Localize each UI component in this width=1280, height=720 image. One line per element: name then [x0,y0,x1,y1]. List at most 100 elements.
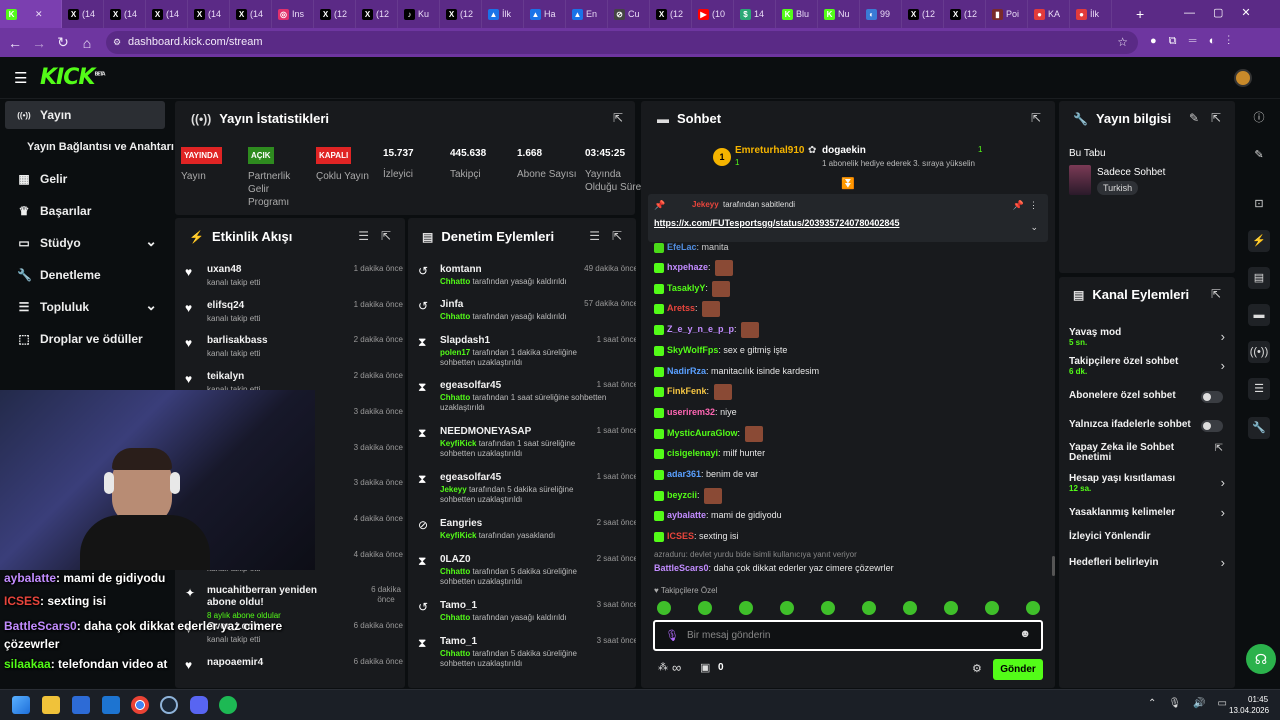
site-info-icon[interactable]: ⚙ [113,31,121,54]
quick-emote-icon[interactable] [1026,601,1040,615]
home-icon[interactable]: ⌂ [75,31,99,55]
chat-username[interactable]: aybalatte [667,510,706,520]
activity-row[interactable]: ♥ napoaemir4 6 dakika önce [183,657,403,688]
kick-logo[interactable]: KICKBETA [40,65,106,90]
discord-icon[interactable] [190,696,208,714]
moderation-row[interactable]: ⧗ 0LAZ0 Chhatto tarafından 5 dakika süreli… [416,554,636,598]
browser-tab[interactable]: K ✕ [0,0,62,28]
browser-tab[interactable]: ● İlk [1070,0,1112,28]
info-icon[interactable]: ⓘ [1248,107,1270,129]
wrench-icon[interactable]: 🔧 [1248,417,1270,439]
browser-tab[interactable]: ▲ En [566,0,608,28]
browser-tab[interactable]: ♪ Ku [398,0,440,28]
browser-tab[interactable]: ▲ İlk [482,0,524,28]
chat-username[interactable]: SkyWolfFps [667,345,718,355]
browser-tab[interactable]: ◎ Ins [272,0,314,28]
toggle-switch[interactable] [1201,420,1223,432]
chat-username[interactable]: FinkFenk [667,386,707,396]
browser-tab[interactable]: X (14 [230,0,272,28]
chat-username[interactable]: NadirRza [667,366,706,376]
store-icon[interactable] [72,696,90,714]
moderation-row[interactable]: ⧗ Slapdash1 polen17 tarafından 1 dakika sü… [416,335,636,379]
sidebar-item[interactable]: ♛ Başarılar [5,197,165,225]
browser-tab[interactable]: X (14 [188,0,230,28]
tray-icons[interactable]: ⌃🎙🔊▭ [1148,698,1239,709]
chat-username[interactable]: Z_e_y_n_e_p_p [667,324,734,334]
lightning-icon[interactable]: ⚡ [1248,230,1270,252]
chat-bubble-icon[interactable]: ▬ [1248,304,1270,326]
popout-icon[interactable]: ⇱ [613,111,623,125]
channel-action-row[interactable]: Hesap yaşı kısıtlaması 12 sa. [1069,473,1225,493]
pinned-url[interactable]: https://x.com/FUTesportsgg/status/203935… [654,218,899,228]
browser-tab[interactable]: ⊘ Cu [608,0,650,28]
channel-action-row[interactable]: Yapay Zeka ile Sohbet Denetimi [1069,443,1225,463]
popout-icon[interactable]: ⇱ [1211,287,1221,301]
chat-username[interactable]: MysticAuraGlow [667,428,738,438]
windows-start-icon[interactable] [12,696,30,714]
chevron-down-icon[interactable]: ⏬ [841,177,855,190]
unpin-icon[interactable]: 📌 [1013,200,1024,211]
moderation-row[interactable]: ⧗ Tamo_1 Chhatto tarafından 5 dakika sürel… [416,636,636,680]
document-icon[interactable]: ▤ [1248,267,1270,289]
quick-emote-icon[interactable] [903,601,917,615]
browser-tab[interactable]: X (12 [356,0,398,28]
activity-row[interactable]: ♥ barlisakbass kanalı takip etti 2 dakika ö… [183,335,403,369]
file-explorer-icon[interactable] [42,696,60,714]
broadcast-icon[interactable]: ((•)) [1248,341,1270,363]
menu-icon[interactable]: ☰ [14,69,27,87]
chat-username[interactable]: EfeLac [667,242,697,252]
chevron-down-icon[interactable]: ⌄ [145,297,157,314]
pinned-message[interactable]: 📌 Jekeyy tarafından sabitlendi https://x… [648,194,1048,242]
chat-username[interactable]: hxpehaze [667,262,708,272]
browser-tab[interactable]: X (12 [314,0,356,28]
quick-emote-icon[interactable] [739,601,753,615]
chat-username[interactable]: beyzcii [667,490,697,500]
close-icon[interactable]: ✕ [35,9,43,20]
activity-row[interactable]: ✦ mucahitberran yeniden abone oldu! 8 aylı… [183,585,403,620]
mic-icon[interactable]: 🎙 [665,629,679,642]
quick-emote-icon[interactable] [944,601,958,615]
quick-emote-icon[interactable] [780,601,794,615]
channel-action-row[interactable]: İzleyici Yönlendir [1069,531,1225,542]
popout-icon[interactable]: ⇱ [612,229,622,243]
bookmark-star-icon[interactable]: ☆ [1117,31,1128,54]
browser-tab[interactable]: ▲ Ha [524,0,566,28]
chevron-right-icon[interactable]: › [1221,329,1225,344]
browser-tab[interactable]: X (12 [440,0,482,28]
sidebar-item[interactable]: ⬚ Droplar ve ödüller [5,325,165,353]
quick-emote-icon[interactable] [862,601,876,615]
sidebar-item[interactable]: ▭ Stüdyo ⌄ [5,229,165,257]
chevron-down-icon[interactable]: ⌄ [145,233,157,250]
last-message-user[interactable]: BattleScars0 [654,563,709,573]
toggle-switch[interactable] [1201,391,1223,403]
chevron-right-icon[interactable]: › [1221,505,1225,520]
send-button[interactable]: Gönder [993,659,1043,680]
edit-icon[interactable]: ✎ [1189,111,1199,125]
more-icon[interactable]: ⋮ [1029,200,1038,211]
browser-tab[interactable]: ▮ Poi [986,0,1028,28]
chat-username[interactable]: cisigelenayi [667,448,718,458]
new-tab-button[interactable]: + [1136,6,1144,22]
channel-action-row[interactable]: Yavaş mod 5 sn. [1069,327,1225,347]
sidebar-item[interactable]: ((•)) Yayın [5,101,165,129]
external-link-icon[interactable]: ⇱ [1215,443,1223,454]
chat-username[interactable]: adar361 [667,469,701,479]
browser-tab[interactable]: ▶ (10 [692,0,734,28]
quick-emote-icon[interactable] [698,601,712,615]
points-icon[interactable]: ⁂ [658,662,668,673]
back-icon[interactable]: ← [3,31,27,55]
browser-tab[interactable]: K Nu [818,0,860,28]
quick-emote-icon[interactable] [821,601,835,615]
url-field[interactable]: ⚙ dashboard.kick.com/stream ☆ [106,31,1138,54]
sidebar-item[interactable]: 🔧 Denetleme [5,261,165,289]
store-icon[interactable]: ▣ [700,661,710,674]
activity-row[interactable]: ♥ elifsq24 kanalı takip etti 1 dakika önce [183,300,403,334]
browser-tab[interactable]: X (14 [146,0,188,28]
camera-icon[interactable]: ⊡ [1248,193,1270,215]
browser-tab[interactable]: X (14 [104,0,146,28]
browser-tab[interactable]: ◐ 99 [860,0,902,28]
channel-action-row[interactable]: Takipçilere özel sohbet 6 dk. [1069,356,1225,376]
chevron-right-icon[interactable]: › [1221,555,1225,570]
sliders-icon[interactable]: ☰ [1248,378,1270,400]
spotify-icon[interactable] [219,696,237,714]
